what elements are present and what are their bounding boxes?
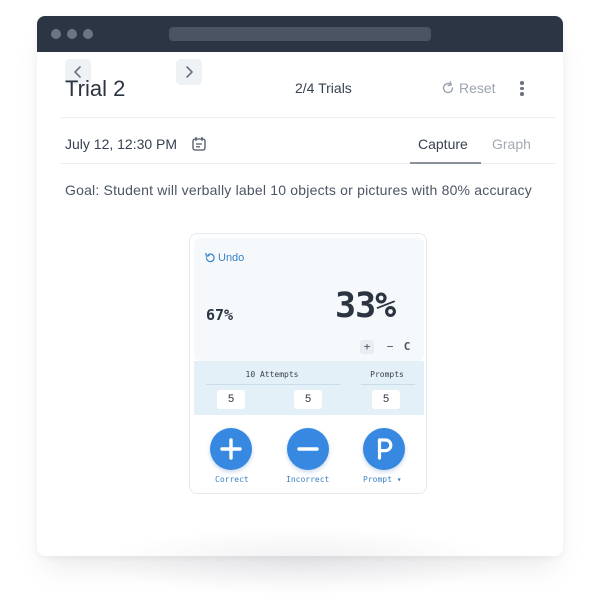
window-minimize-dot[interactable]: [67, 29, 77, 39]
chevron-right-icon: [186, 66, 193, 78]
prompts-count: 5: [372, 390, 400, 409]
active-tab-indicator: [410, 162, 481, 164]
correct-button[interactable]: [210, 428, 252, 470]
adjust-minus-button[interactable]: −: [383, 340, 397, 354]
prompts-divider: [361, 384, 415, 385]
header-divider: [61, 117, 556, 118]
goal-text: Goal: Student will verbally label 10 obj…: [65, 182, 532, 198]
tab-graph[interactable]: Graph: [492, 136, 531, 152]
correct-count: 5: [217, 390, 245, 409]
incorrect-label: Incorrect: [286, 475, 330, 484]
refresh-icon: [442, 81, 454, 94]
address-bar[interactable]: [169, 27, 431, 41]
prompt-button[interactable]: [363, 428, 405, 470]
adjust-clear-button[interactable]: C: [400, 340, 414, 354]
next-trial-button[interactable]: [176, 59, 202, 85]
plus-icon: [220, 438, 242, 460]
tab-capture[interactable]: Capture: [418, 136, 468, 152]
trials-count: 2/4 Trials: [295, 80, 352, 96]
browser-titlebar: [37, 16, 563, 52]
window-shadow: [100, 526, 500, 596]
prompt-label[interactable]: Prompt ▾: [363, 475, 402, 484]
correct-percent: 33%: [335, 286, 396, 326]
attempts-divider: [206, 384, 340, 385]
undo-label: Undo: [218, 252, 245, 264]
tabs-divider: [61, 163, 556, 164]
capture-card: Undo 67% 33% + − C 10 Attempts Prompts 5…: [189, 233, 427, 494]
reset-label: Reset: [459, 80, 496, 96]
window-maximize-dot[interactable]: [83, 29, 93, 39]
more-menu-button[interactable]: [515, 79, 529, 97]
stats-panel: 10 Attempts Prompts 5 5 5: [194, 361, 424, 415]
calendar-icon[interactable]: [191, 136, 207, 157]
incorrect-button[interactable]: [287, 428, 329, 470]
incorrect-percent: 67%: [206, 306, 234, 324]
more-vertical-icon: [520, 81, 524, 85]
minus-icon: [297, 447, 319, 451]
correct-label: Correct: [215, 475, 249, 484]
undo-icon: [205, 252, 215, 263]
incorrect-count: 5: [294, 390, 322, 409]
trial-title: Trial 2: [65, 76, 126, 101]
prompts-label: Prompts: [370, 370, 404, 379]
session-date: July 12, 12:30 PM: [65, 136, 178, 152]
prompt-p-icon: [377, 438, 393, 460]
window-close-dot[interactable]: [51, 29, 61, 39]
attempts-label: 10 Attempts: [245, 370, 299, 379]
adjust-plus-button[interactable]: +: [360, 340, 374, 354]
